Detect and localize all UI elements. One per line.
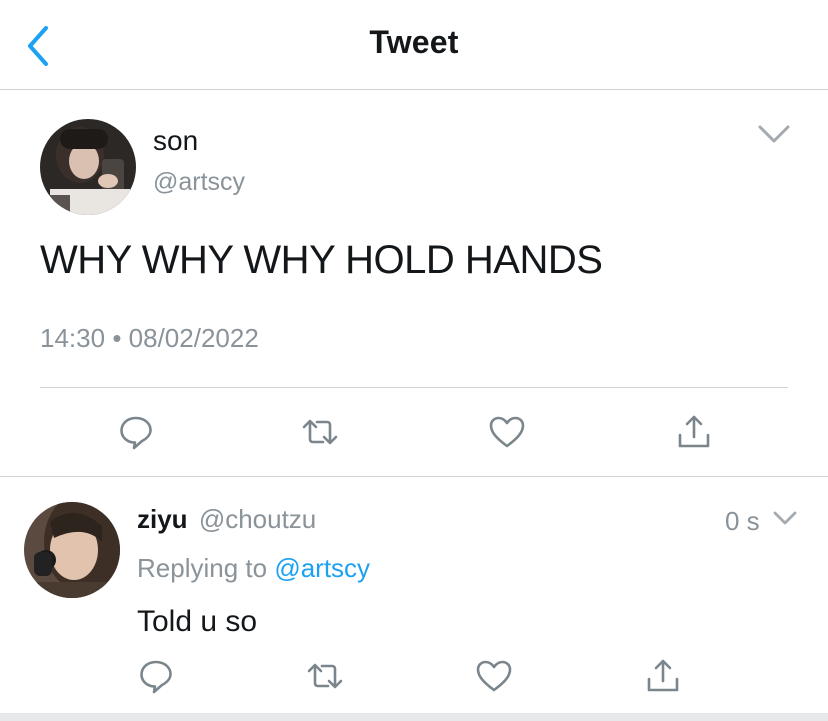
tweet-timestamp: 14:30 • 08/02/2022 — [40, 323, 259, 354]
reply-text: Told u so — [137, 605, 258, 638]
reply-tweet[interactable]: ziyu @choutzu 0 s Replying to @artscy To… — [0, 478, 828, 713]
tweet-text: WHY WHY WHY HOLD HANDS — [40, 238, 603, 282]
reply-menu-button[interactable] — [772, 508, 798, 530]
divider — [40, 387, 788, 388]
avatar-photo — [24, 502, 120, 598]
retweet-button[interactable] — [298, 410, 342, 454]
next-item-edge — [0, 713, 828, 721]
reply-icon — [120, 416, 152, 450]
reply-button[interactable] — [114, 410, 158, 454]
share-icon — [647, 659, 679, 692]
chevron-down-icon — [758, 125, 790, 143]
reply-button[interactable] — [134, 654, 178, 698]
main-tweet: son @artscy WHY WHY WHY HOLD HANDS 14:30… — [0, 91, 828, 477]
reply-author: ziyu @choutzu — [137, 504, 316, 535]
like-button[interactable] — [485, 410, 529, 454]
tweet-date: 08/02/2022 — [128, 323, 259, 353]
like-button[interactable] — [472, 654, 516, 698]
reply-time: 0 s — [725, 506, 760, 536]
avatar-photo — [40, 119, 136, 215]
author-handle[interactable]: @artscy — [153, 168, 245, 197]
like-icon — [476, 660, 512, 692]
replying-to: Replying to @artscy — [137, 553, 370, 584]
share-button[interactable] — [641, 654, 685, 698]
like-icon — [489, 416, 525, 448]
share-button[interactable] — [672, 410, 716, 454]
meta-separator: • — [112, 323, 122, 353]
chevron-down-icon — [773, 511, 797, 525]
tweet-time: 14:30 — [40, 323, 106, 353]
replying-to-mention[interactable]: @artscy — [274, 553, 370, 583]
retweet-icon — [307, 663, 343, 689]
avatar[interactable] — [24, 502, 120, 598]
reply-icon — [140, 660, 172, 694]
reply-author-handle[interactable]: @choutzu — [199, 504, 316, 534]
author-name[interactable]: son — [153, 125, 198, 157]
replying-prefix: Replying to — [137, 553, 268, 583]
tweet-menu-button[interactable] — [756, 121, 792, 147]
retweet-button[interactable] — [303, 654, 347, 698]
top-navigation-bar: Tweet — [0, 0, 828, 90]
share-icon — [678, 415, 710, 448]
retweet-icon — [302, 419, 338, 445]
reply-author-name[interactable]: ziyu — [137, 504, 188, 534]
avatar[interactable] — [40, 119, 136, 215]
page-title: Tweet — [369, 24, 459, 60]
